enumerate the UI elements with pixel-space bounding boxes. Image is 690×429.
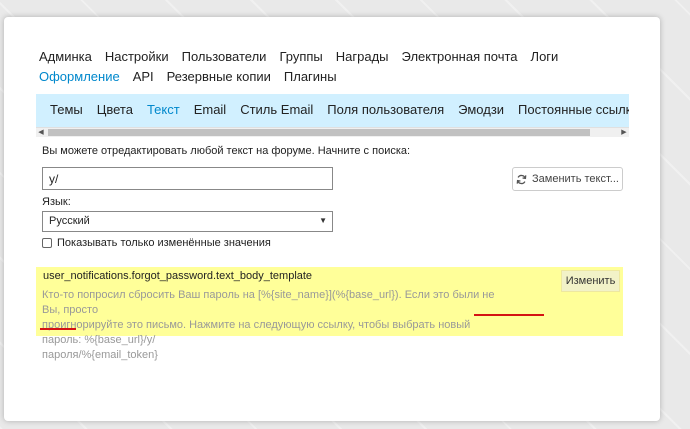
subnav-tab[interactable]: Постоянные ссылки <box>511 94 629 126</box>
site-text-value-line: проигнорируйте это письмо. Нажмите на сл… <box>42 319 471 346</box>
site-text-key: user_notifications.forgot_password.text_… <box>43 270 313 282</box>
only-changed-checkbox[interactable] <box>42 238 52 248</box>
annotation-underline <box>40 328 76 330</box>
scroll-right-icon[interactable]: ▶ <box>619 129 629 137</box>
scroll-left-icon[interactable]: ◀ <box>36 129 46 137</box>
search-hint: Вы можете отредактировать любой текст на… <box>42 145 411 157</box>
language-select[interactable]: Русский ▼ <box>42 211 333 232</box>
admin-nav: Админка Настройки Пользователи Группы Наград… <box>39 47 639 87</box>
site-text-value: Кто-то попросил сбросить Ваш пароль на [… <box>42 288 507 363</box>
subnav-scrollbar[interactable]: ◀ ▶ <box>36 127 629 137</box>
scrollbar-thumb[interactable] <box>48 129 590 136</box>
language-selected-value: Русский <box>49 215 90 227</box>
admin-nav-item[interactable]: Настройки <box>105 47 169 67</box>
admin-nav-item[interactable]: Админка <box>39 47 92 67</box>
refresh-icon <box>516 174 527 184</box>
admin-nav-item[interactable]: Группы <box>279 47 322 67</box>
edit-button[interactable]: Изменить <box>561 270 620 292</box>
site-text-value-line: пароля/%{email_token} <box>42 349 158 361</box>
replace-text-label: Заменить текст... <box>532 173 619 185</box>
replace-text-button[interactable]: Заменить текст... <box>512 167 623 191</box>
subnav-tab[interactable]: Стиль Email <box>233 94 320 126</box>
admin-nav-item[interactable]: Награды <box>336 47 389 67</box>
language-label: Язык: <box>42 196 71 208</box>
site-text-value-line: Кто-то попросил сбросить Ваш пароль на [… <box>42 289 495 316</box>
admin-nav-item[interactable]: Плагины <box>284 67 337 87</box>
subnav-tab[interactable]: Текст <box>140 94 187 126</box>
subnav-tab[interactable]: Поля пользователя <box>320 94 451 126</box>
admin-nav-item[interactable]: Пользователи <box>182 47 267 67</box>
admin-nav-item[interactable]: Резервные копии <box>167 67 271 87</box>
site-text-result: user_notifications.forgot_password.text_… <box>36 267 623 361</box>
subnav-tab[interactable]: Темы <box>36 94 90 126</box>
subnav-tab[interactable]: Email <box>187 94 234 126</box>
admin-nav-item[interactable]: API <box>133 67 154 87</box>
admin-nav-item[interactable]: Электронная почта <box>402 47 518 67</box>
subnav-tab[interactable]: Эмодзи <box>451 94 511 126</box>
annotation-underline <box>474 314 544 316</box>
subnav-tab[interactable]: Цвета <box>90 94 140 126</box>
customize-subnav: Темы Цвета Текст Email Стиль Email Поля польз… <box>36 94 629 128</box>
chevron-down-icon: ▼ <box>319 216 327 225</box>
search-input[interactable]: y/ <box>42 167 333 190</box>
only-changed-toggle[interactable]: Показывать только изменённые значения <box>42 237 271 249</box>
admin-nav-item[interactable]: Оформление <box>39 67 120 87</box>
admin-nav-item[interactable]: Логи <box>531 47 559 67</box>
only-changed-label: Показывать только изменённые значения <box>57 237 271 249</box>
